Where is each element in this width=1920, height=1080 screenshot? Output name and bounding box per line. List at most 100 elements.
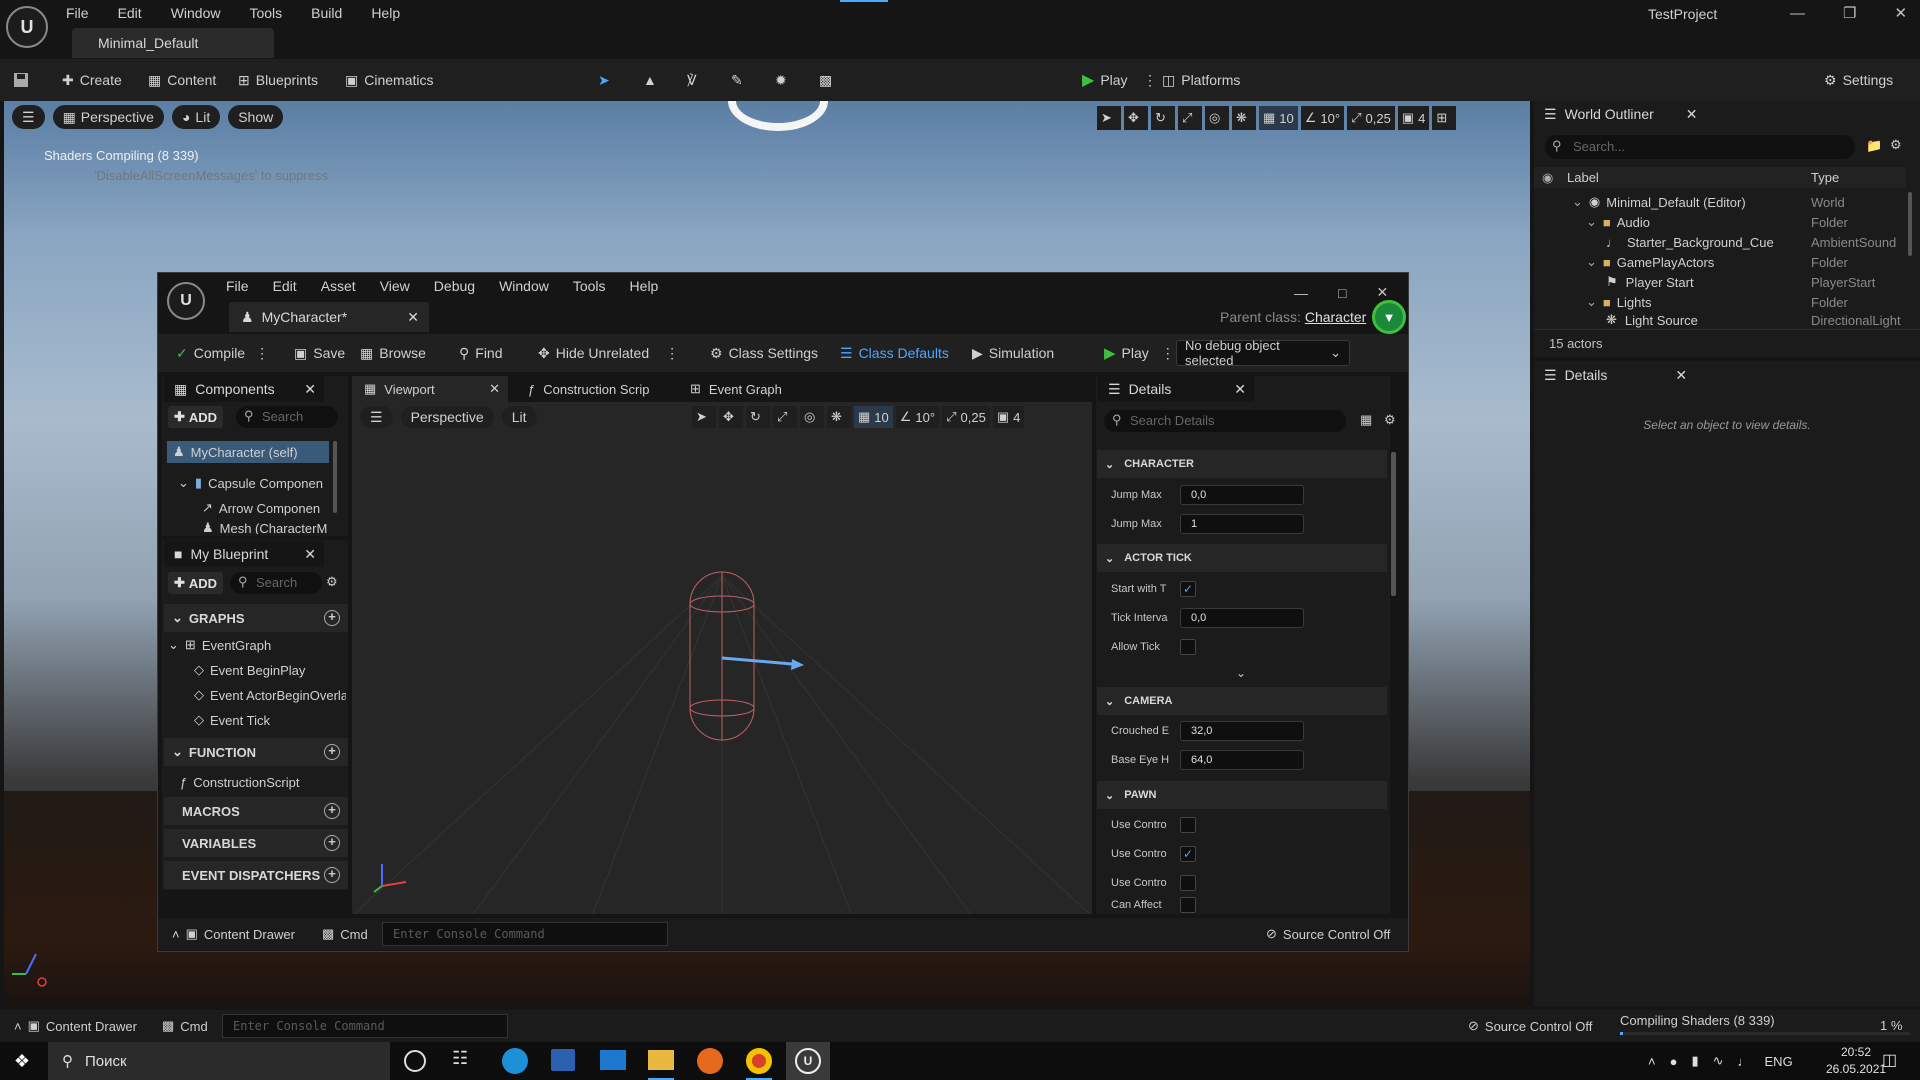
wifi-icon[interactable]: ∿ xyxy=(1713,1053,1724,1069)
outliner-row[interactable]: ⌄ ■ GamePlayActors Folder xyxy=(1534,252,1906,272)
property-value-input[interactable]: 64,0 xyxy=(1180,749,1304,770)
add-function-icon[interactable]: + xyxy=(324,744,340,760)
save-all-button[interactable] xyxy=(12,59,30,101)
outliner-row[interactable]: ⌄ ■ Lights Folder xyxy=(1534,292,1906,312)
platforms-button[interactable]: ◫ Platforms xyxy=(1162,59,1240,101)
file-explorer-icon[interactable] xyxy=(648,1050,674,1070)
cortana-icon[interactable] xyxy=(404,1050,426,1072)
add-macro-icon[interactable]: + xyxy=(324,803,340,819)
parent-class-link[interactable]: Character xyxy=(1305,309,1366,325)
details-scrollbar[interactable] xyxy=(1391,452,1396,596)
bp-content-drawer-button[interactable]: ˄ ▣ Content Drawer xyxy=(172,918,295,950)
component-item-capsule[interactable]: ⌄ ▮ Capsule Componen xyxy=(178,472,328,494)
surface-snap-icon[interactable]: ❋ xyxy=(1232,106,1256,130)
menu-tools[interactable]: Tools xyxy=(249,5,282,21)
details-search-input[interactable]: Search Details xyxy=(1104,410,1346,432)
scale-tool-icon[interactable]: ⤢ xyxy=(773,406,797,428)
volume-icon[interactable]: ♩ xyxy=(1738,1054,1751,1069)
cinematics-button[interactable]: ▣ Cinematics xyxy=(345,59,433,101)
rotate-tool-icon[interactable]: ↻ xyxy=(1151,106,1175,130)
maximize-icon[interactable]: □ xyxy=(1338,285,1346,301)
input-language[interactable]: ENG xyxy=(1765,1054,1793,1069)
brush-edit-button[interactable]: ▩ xyxy=(819,59,832,101)
outliner-row[interactable]: ⚑ Player Start PlayerStart xyxy=(1534,272,1906,292)
edge-icon[interactable] xyxy=(502,1048,528,1074)
bp-perspective-button[interactable]: Perspective xyxy=(400,406,494,428)
bp-menu-debug[interactable]: Debug xyxy=(434,278,475,294)
viewport-tab[interactable]: ▦ Viewport ✕ xyxy=(352,376,508,402)
outliner-scrollbar[interactable] xyxy=(1908,192,1912,256)
component-item-arrow[interactable]: ↗ Arrow Componen xyxy=(202,497,328,519)
bp-menu-asset[interactable]: Asset xyxy=(321,278,356,294)
store-icon[interactable] xyxy=(551,1049,575,1071)
content-button[interactable]: ▦ Content xyxy=(148,59,216,101)
world-space-icon[interactable]: ◎ xyxy=(800,406,824,428)
camera-speed-button[interactable]: ▣ 4 xyxy=(1397,106,1430,130)
scale-tool-icon[interactable]: ⤢ xyxy=(1178,106,1202,130)
outliner-search-input[interactable]: Search... xyxy=(1545,135,1855,159)
fracture-mode-button[interactable]: ✹ xyxy=(775,59,787,101)
close-icon[interactable]: ✕ xyxy=(1894,4,1907,22)
component-item-self[interactable]: ♟ MyCharacter (self) xyxy=(167,441,329,463)
create-button[interactable]: ✚ Create xyxy=(62,59,122,101)
functions-section[interactable]: ⌄ FUNCTION + xyxy=(164,738,348,766)
add-member-button[interactable]: ✚ ADD xyxy=(168,572,224,594)
class-defaults-button[interactable]: ☰ Class Defaults xyxy=(840,334,949,372)
close-outliner-icon[interactable]: ✕ xyxy=(1686,106,1698,123)
microphone-icon[interactable]: ● xyxy=(1670,1054,1678,1069)
bp-details-tab[interactable]: ☰ Details ✕ xyxy=(1098,376,1254,402)
windows-start-icon[interactable]: ❖ xyxy=(8,1048,36,1074)
content-drawer-button[interactable]: ˄ ▣ Content Drawer xyxy=(14,1010,137,1042)
settings-button[interactable]: ⚙ Settings xyxy=(1824,59,1893,101)
blueprint-status-icon[interactable]: ▼ xyxy=(1372,300,1406,334)
mesh-paint-button[interactable]: ✎ xyxy=(731,59,743,101)
mail-icon[interactable] xyxy=(600,1050,626,1070)
blueprints-button[interactable]: ⊞ Blueprints xyxy=(238,59,318,101)
simulation-button[interactable]: ▶ Simulation xyxy=(972,334,1054,372)
bp-rotation-snap-button[interactable]: ∠ 10° xyxy=(895,406,940,428)
bp-menu-window[interactable]: Window xyxy=(499,278,549,294)
actor-tick-section[interactable]: ⌄ ACTOR TICK xyxy=(1097,544,1387,572)
details-tab[interactable]: ☰ Details ✕ xyxy=(1544,362,1687,388)
bp-menu-tools[interactable]: Tools xyxy=(573,278,606,294)
lit-button[interactable]: ◕ Lit xyxy=(171,105,221,129)
perspective-button[interactable]: ▦ Perspective xyxy=(52,105,164,129)
hide-options-icon[interactable]: ⋮ xyxy=(665,345,679,362)
play-options-icon[interactable]: ⋮ xyxy=(1161,345,1175,362)
battery-icon[interactable]: ▮ xyxy=(1691,1053,1698,1069)
label-column-header[interactable]: Label xyxy=(1567,170,1599,185)
my-blueprint-tab[interactable]: ■ My Blueprint ✕ xyxy=(164,541,324,567)
firefox-icon[interactable] xyxy=(697,1048,723,1074)
pawn-checkbox[interactable]: ✓ xyxy=(1180,845,1196,862)
console-command-input[interactable]: Enter Console Command xyxy=(222,1014,508,1038)
menu-edit[interactable]: Edit xyxy=(118,5,142,21)
components-tab[interactable]: ▦ Components ✕ xyxy=(164,376,324,402)
allow-tick-checkbox[interactable] xyxy=(1180,638,1196,655)
add-dispatcher-icon[interactable]: + xyxy=(324,867,340,883)
close-tab-icon[interactable]: ✕ xyxy=(407,309,419,326)
outliner-row[interactable]: ⌄ ■ Audio Folder xyxy=(1534,212,1906,232)
minimize-icon[interactable]: — xyxy=(1294,285,1308,301)
event-item[interactable]: ◇ Event ActorBeginOverla xyxy=(194,684,346,706)
character-section[interactable]: ⌄ CHARACTER xyxy=(1097,450,1387,478)
macros-section[interactable]: MACROS + xyxy=(164,797,348,825)
bp-grid-snap-button[interactable]: ▦ 10 xyxy=(854,406,893,428)
select-mode-button[interactable]: ➤ xyxy=(598,59,610,101)
layout-icon[interactable]: ⊞ xyxy=(1432,106,1457,130)
my-blueprint-settings-icon[interactable]: ⚙ xyxy=(326,574,338,590)
visibility-eye-icon[interactable]: ◉ xyxy=(1542,170,1553,186)
foliage-mode-button[interactable]: ℣ xyxy=(687,59,697,101)
cmd-button[interactable]: ▩ Cmd xyxy=(162,1010,208,1042)
component-item-mesh[interactable]: ♟ Mesh (CharacterM xyxy=(202,522,328,534)
find-button[interactable]: ⚲ Find xyxy=(459,334,503,372)
scale-snap-button[interactable]: ⤢ 0,25 xyxy=(1347,106,1395,130)
world-outliner-tab[interactable]: ☰ World Outliner ✕ xyxy=(1544,101,1698,127)
pawn-section[interactable]: ⌄ PAWN xyxy=(1097,781,1387,809)
event-item[interactable]: ◇ Event BeginPlay xyxy=(194,659,346,681)
taskbar-clock[interactable]: 20:52 26.05.2021 xyxy=(1826,1044,1886,1078)
add-variable-icon[interactable]: + xyxy=(324,835,340,851)
source-control-button[interactable]: ⊘ Source Control Off xyxy=(1468,1010,1592,1042)
viewport-menu-button[interactable]: ☰ xyxy=(12,105,45,129)
bp-play-button[interactable]: ▶ Play ⋮ xyxy=(1104,334,1175,372)
select-tool-icon[interactable]: ➤ xyxy=(692,406,716,428)
